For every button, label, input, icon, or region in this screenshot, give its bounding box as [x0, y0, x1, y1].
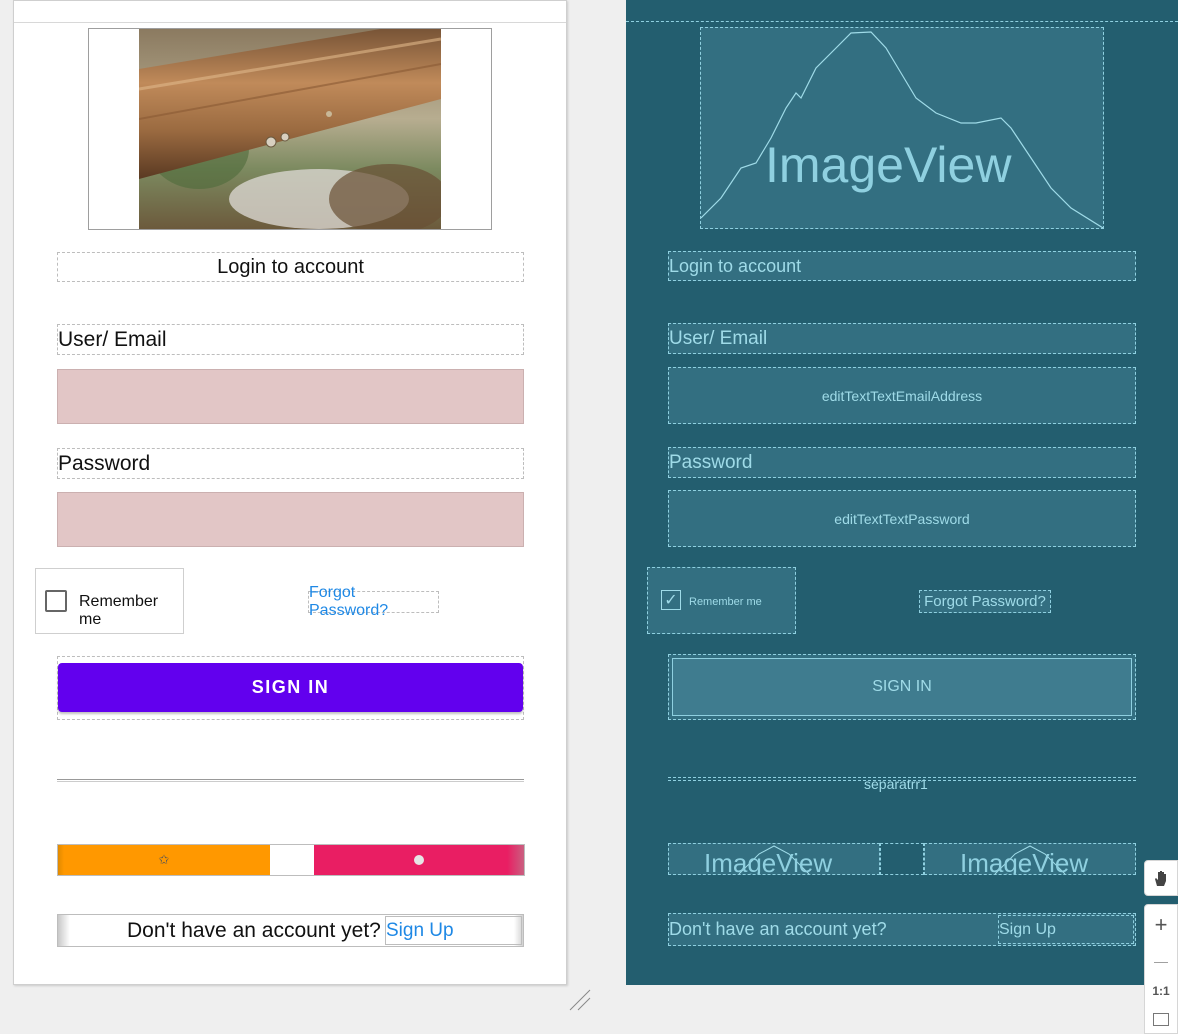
- pan-button[interactable]: [1144, 860, 1178, 896]
- bp-password-label[interactable]: Password: [668, 447, 1136, 478]
- remember-me-checkbox[interactable]: Remember me: [35, 568, 184, 634]
- actual-size-button[interactable]: 1:1: [1152, 984, 1169, 998]
- resize-handle-icon[interactable]: [568, 988, 594, 1014]
- no-account-text: Don't have an account yet?: [127, 919, 381, 942]
- zoom-controls: + — 1:1: [1144, 904, 1178, 1034]
- bp-email-field[interactable]: editTextTextEmailAddress: [668, 367, 1136, 424]
- blueprint-surface[interactable]: ImageView Login to account User/ Email e…: [626, 0, 1178, 985]
- orange-image-button[interactable]: ✩: [58, 845, 270, 875]
- fit-screen-icon[interactable]: [1153, 1012, 1169, 1026]
- bp-separator-label: separatrr1: [864, 776, 928, 792]
- bp-sign-up-link[interactable]: Sign Up: [998, 915, 1134, 944]
- bp-top-imageview[interactable]: ImageView: [700, 27, 1104, 229]
- pink-image-button[interactable]: [314, 845, 524, 875]
- sign-in-button[interactable]: SIGN IN: [58, 663, 523, 712]
- bp-spacer: [880, 843, 924, 875]
- forgot-password-link[interactable]: Forgot Password?: [308, 584, 439, 619]
- social-buttons-row: ✩: [57, 844, 525, 876]
- hand-icon: [1155, 871, 1166, 886]
- bp-right-image-label: ImageView: [960, 848, 1089, 875]
- separator: [57, 779, 524, 782]
- password-label: Password: [57, 448, 524, 479]
- bp-left-image-label: ImageView: [704, 848, 833, 875]
- zoom-out-button[interactable]: —: [1154, 953, 1168, 969]
- bp-checkbox-icon: ✓: [661, 590, 681, 610]
- star-icon: ✩: [158, 852, 170, 867]
- bp-left-imageview[interactable]: ImageView: [668, 843, 880, 875]
- status-bar: [14, 1, 566, 23]
- zoom-in-button[interactable]: +: [1155, 912, 1168, 938]
- bp-sign-in-button[interactable]: SIGN IN: [672, 658, 1132, 716]
- sign-up-link[interactable]: Sign Up: [385, 916, 522, 945]
- bp-top-image-label: ImageView: [765, 137, 1012, 193]
- email-field[interactable]: [57, 369, 524, 424]
- user-email-label: User/ Email: [57, 324, 524, 355]
- design-surface[interactable]: Login to account User/ Email Password Re…: [13, 0, 567, 985]
- bp-remember-me[interactable]: ✓ Remember me: [647, 567, 796, 634]
- dot-icon: [414, 855, 424, 865]
- header-image-frame[interactable]: [88, 28, 492, 230]
- bp-no-account-text: Don't have an account yet?: [669, 919, 887, 939]
- header-photo: [139, 29, 441, 229]
- bp-remember-label: Remember me: [689, 596, 762, 608]
- bp-forgot-link[interactable]: Forgot Password?: [919, 590, 1051, 613]
- remember-me-label: Remember me: [79, 593, 159, 628]
- page-title: Login to account: [57, 252, 524, 282]
- bp-password-field[interactable]: editTextTextPassword: [668, 490, 1136, 547]
- blueprint-status-bar: [626, 0, 1178, 22]
- mountain-icon: [701, 31, 1103, 228]
- bp-signup-row: Don't have an account yet? Sign Up: [668, 913, 1136, 946]
- signup-row: Don't have an account yet? Sign Up: [57, 914, 524, 947]
- bp-user-label[interactable]: User/ Email: [668, 323, 1136, 354]
- checkbox-icon[interactable]: [45, 590, 67, 612]
- bp-right-imageview[interactable]: ImageView: [924, 843, 1136, 875]
- bp-title[interactable]: Login to account: [668, 251, 1136, 281]
- password-field[interactable]: [57, 492, 524, 547]
